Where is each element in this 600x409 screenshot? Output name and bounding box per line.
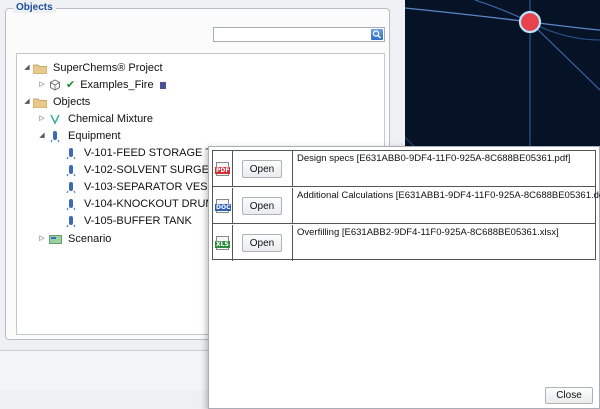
- open-button[interactable]: Open: [242, 234, 282, 252]
- word-file-icon: DOC: [215, 198, 232, 213]
- tree-item-v-103[interactable]: V-103-SEPARATOR VESSEL: [63, 179, 228, 195]
- tree-item-label: Examples_Fire: [80, 79, 154, 91]
- vessel-icon: [47, 128, 63, 144]
- expanded-arrow-icon[interactable]: ◢: [22, 60, 32, 76]
- search-input[interactable]: [214, 28, 370, 41]
- search-icon: [372, 30, 381, 39]
- tree-item-examples-fire[interactable]: ▷ ✔ Examples_Fire: [37, 77, 166, 93]
- expanded-arrow-icon[interactable]: ◢: [22, 94, 32, 110]
- tree-item-label: SuperChems® Project: [53, 62, 163, 74]
- search-button[interactable]: [371, 29, 383, 40]
- tree-item-label: Scenario: [68, 233, 112, 245]
- search-box: [213, 27, 385, 42]
- status-strip: [0, 350, 210, 390]
- open-button[interactable]: Open: [242, 197, 282, 215]
- tree-item-superchems-project[interactable]: ◢ SuperChems® Project: [22, 60, 163, 76]
- flask-icon: [47, 111, 63, 127]
- folder-icon: [32, 94, 48, 110]
- file-type-badge: XLS: [215, 241, 230, 248]
- vessel-icon: [63, 162, 79, 178]
- attachment-name: Additional Calculations [E631ABB1-9DF4-1…: [297, 190, 600, 201]
- collapsed-arrow-icon[interactable]: ▷: [37, 77, 47, 93]
- tree-item-label: V-105-BUFFER TANK: [84, 215, 192, 227]
- tree-item-label: V-103-SEPARATOR VESSEL: [84, 181, 229, 193]
- diagram-node[interactable]: [518, 10, 542, 34]
- attachments-table: PDF Open Design specs [E631ABB0-9DF4-11F…: [212, 150, 600, 261]
- pdf-file-icon: PDF: [215, 161, 231, 176]
- tree-item-chemical-mixture[interactable]: ▷ Chemical Mixture: [37, 111, 153, 127]
- attachment-name: Overfilling [E631ABB2-9DF4-11F0-925A-8C6…: [297, 227, 559, 238]
- file-type-badge: DOC: [215, 203, 232, 211]
- tree-item-label: Objects: [53, 96, 91, 108]
- collapsed-arrow-icon[interactable]: ▷: [37, 231, 47, 247]
- diagram-canvas[interactable]: [405, 0, 600, 150]
- scenario-icon: [47, 231, 63, 247]
- objects-panel-title: Objects: [13, 2, 56, 13]
- tree-item-objects[interactable]: ◢ Objects: [22, 94, 90, 110]
- attachment-row: PDF Open Design specs [E631ABB0-9DF4-11F…: [213, 151, 595, 187]
- expanded-arrow-icon[interactable]: ◢: [37, 128, 47, 144]
- tree-item-label: V-104-KNOCKOUT DRUM: [84, 198, 215, 210]
- tree-item-scenario[interactable]: ▷ Scenario: [37, 231, 111, 247]
- attachment-name: Design specs [E631ABB0-9DF4-11F0-925A-8C…: [297, 153, 571, 164]
- tree-item-equipment[interactable]: ◢ Equipment: [37, 128, 121, 144]
- vessel-icon: [63, 179, 79, 195]
- tree-item-v-104[interactable]: V-104-KNOCKOUT DRUM: [63, 196, 215, 212]
- collapsed-arrow-icon[interactable]: ▷: [37, 111, 47, 127]
- tree-item-label: Chemical Mixture: [68, 113, 153, 125]
- check-icon: ✔: [66, 79, 76, 91]
- attachments-popup: PDF Open Design specs [E631ABB0-9DF4-11F…: [208, 146, 600, 409]
- close-button[interactable]: Close: [545, 387, 593, 404]
- file-type-badge: PDF: [215, 166, 231, 174]
- attachment-row: DOC Open Additional Calculations [E631AB…: [213, 188, 600, 224]
- open-button[interactable]: Open: [242, 160, 282, 178]
- vessel-icon: [63, 196, 79, 212]
- folder-icon: [32, 60, 48, 76]
- excel-file-icon: XLS: [215, 236, 230, 250]
- tree-item-label: Equipment: [68, 130, 121, 142]
- vessel-icon: [63, 213, 79, 229]
- attachment-row: XLS Open Overfilling [E631ABB2-9DF4-11F0…: [213, 225, 595, 261]
- attachment-marker-icon[interactable]: [159, 81, 166, 89]
- tree-item-v-105[interactable]: V-105-BUFFER TANK: [63, 213, 192, 229]
- vessel-icon: [63, 145, 79, 161]
- cube-icon: [47, 77, 63, 93]
